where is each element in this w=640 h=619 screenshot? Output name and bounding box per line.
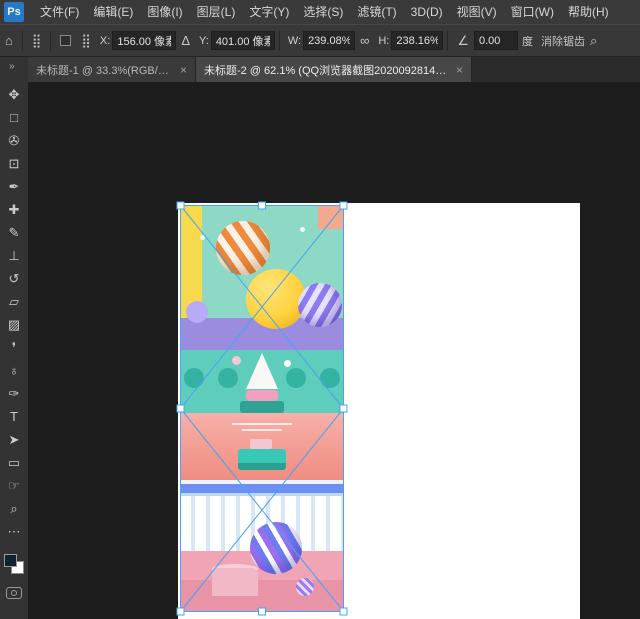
options-divider bbox=[50, 31, 51, 51]
collapse-panel-icon[interactable]: » bbox=[0, 57, 15, 77]
x-label: X: bbox=[100, 35, 110, 47]
pen-tool[interactable]: ✑ bbox=[0, 382, 28, 405]
tab-untitled-2[interactable]: 未标题-2 @ 62.1% (QQ浏览器截图20200928145207, RG… bbox=[196, 57, 472, 82]
color-swatches[interactable] bbox=[0, 551, 28, 583]
transform-handle-top-right[interactable] bbox=[340, 202, 347, 209]
move-tool[interactable]: ✥ bbox=[0, 83, 28, 106]
tab-label: 未标题-2 @ 62.1% (QQ浏览器截图20200928145207, RG… bbox=[204, 62, 449, 78]
options-bar: ⌂ ⣿ ⣿ X: Δ Y: W: ∞ H: ∠ 度 消除锯齿 ⌕ bbox=[0, 24, 640, 57]
tab-close-icon[interactable]: × bbox=[180, 63, 187, 77]
tab-label: 未标题-1 @ 33.3%(RGB/8#) bbox=[36, 62, 173, 78]
menu-bar: Ps 文件(F) 编辑(E) 图像(I) 图层(L) 文字(Y) 选择(S) 滤… bbox=[0, 0, 640, 24]
y-input[interactable] bbox=[211, 31, 275, 50]
menu-item-file[interactable]: 文件(F) bbox=[33, 0, 86, 24]
options-divider bbox=[22, 31, 23, 51]
clone-stamp-tool[interactable]: ⊥ bbox=[0, 244, 28, 267]
width-input[interactable] bbox=[303, 31, 355, 50]
options-divider bbox=[279, 31, 280, 51]
x-input[interactable] bbox=[112, 31, 176, 50]
height-input[interactable] bbox=[391, 31, 443, 50]
path-selection-tool[interactable]: ➤ bbox=[0, 428, 28, 451]
antialias-label[interactable]: 消除锯齿 bbox=[541, 33, 585, 49]
search-icon[interactable]: ⌕ bbox=[590, 34, 597, 47]
angle-input[interactable] bbox=[474, 31, 518, 50]
tab-untitled-1[interactable]: 未标题-1 @ 33.3%(RGB/8#) × bbox=[28, 57, 196, 82]
transform-handle-mid-right[interactable] bbox=[340, 405, 347, 412]
rectangular-marquee-tool[interactable]: □ bbox=[0, 106, 28, 129]
transform-handle-top-center[interactable] bbox=[259, 202, 266, 209]
menu-item-select[interactable]: 选择(S) bbox=[296, 0, 350, 24]
more-tools-icon[interactable]: ⋯ bbox=[0, 520, 28, 543]
dots-grid-icon[interactable]: ⣿ bbox=[81, 34, 91, 47]
type-tool[interactable]: T bbox=[0, 405, 28, 428]
transform-overlay[interactable] bbox=[0, 0, 640, 619]
transform-handle-top-left[interactable] bbox=[177, 202, 184, 209]
quick-mask-icon[interactable] bbox=[6, 587, 22, 599]
home-icon[interactable]: ⌂ bbox=[5, 34, 13, 47]
blur-tool[interactable]: ❜ bbox=[0, 336, 28, 359]
menu-item-view[interactable]: 视图(V) bbox=[450, 0, 504, 24]
link-dimensions-icon[interactable]: ∞ bbox=[360, 34, 369, 47]
width-label: W: bbox=[288, 35, 301, 47]
rectangle-shape-tool[interactable]: ▭ bbox=[0, 451, 28, 474]
menu-item-window[interactable]: 窗口(W) bbox=[504, 0, 561, 24]
transform-handle-bottom-right[interactable] bbox=[340, 608, 347, 615]
foreground-color-swatch[interactable] bbox=[4, 554, 17, 567]
brush-tool[interactable]: ✎ bbox=[0, 221, 28, 244]
tab-close-icon[interactable]: × bbox=[456, 63, 463, 77]
transform-handle-mid-left[interactable] bbox=[177, 405, 184, 412]
reference-point-grid-icon[interactable]: ⣿ bbox=[32, 34, 42, 47]
photoshop-logo: Ps bbox=[4, 2, 24, 22]
eyedropper-tool[interactable]: ✒ bbox=[0, 175, 28, 198]
menu-item-type[interactable]: 文字(Y) bbox=[242, 0, 296, 24]
relative-position-checkbox[interactable] bbox=[60, 35, 71, 46]
height-label: H: bbox=[378, 35, 389, 47]
menu-item-edit[interactable]: 编辑(E) bbox=[86, 0, 140, 24]
menu-item-help[interactable]: 帮助(H) bbox=[561, 0, 616, 24]
gradient-tool[interactable]: ▨ bbox=[0, 313, 28, 336]
document-tab-bar: 未标题-1 @ 33.3%(RGB/8#) × 未标题-2 @ 62.1% (Q… bbox=[28, 57, 640, 82]
y-label: Y: bbox=[199, 35, 209, 47]
history-brush-tool[interactable]: ↺ bbox=[0, 267, 28, 290]
menu-item-3d[interactable]: 3D(D) bbox=[404, 0, 450, 24]
tools-panel: » ✥ □ ✇ ⊡ ✒ ✚ ✎ ⊥ ↺ ▱ ▨ ❜ ♁ ✑ T ➤ ▭ ☞ ⌕ … bbox=[0, 57, 28, 619]
zoom-tool[interactable]: ⌕ bbox=[0, 497, 28, 520]
angle-icon: ∠ bbox=[457, 34, 469, 47]
menu-item-layer[interactable]: 图层(L) bbox=[190, 0, 243, 24]
dodge-tool[interactable]: ♁ bbox=[0, 359, 28, 382]
menu-item-filter[interactable]: 滤镜(T) bbox=[350, 0, 403, 24]
delta-icon[interactable]: Δ bbox=[181, 34, 190, 47]
transform-bounding-box[interactable] bbox=[181, 206, 344, 612]
transform-handle-bottom-center[interactable] bbox=[259, 608, 266, 615]
lasso-tool[interactable]: ✇ bbox=[0, 129, 28, 152]
hand-tool[interactable]: ☞ bbox=[0, 474, 28, 497]
crop-tool[interactable]: ⊡ bbox=[0, 152, 28, 175]
transform-handle-bottom-left[interactable] bbox=[177, 608, 184, 615]
spot-healing-brush-tool[interactable]: ✚ bbox=[0, 198, 28, 221]
angle-unit-label: 度 bbox=[522, 33, 533, 49]
eraser-tool[interactable]: ▱ bbox=[0, 290, 28, 313]
menu-item-image[interactable]: 图像(I) bbox=[140, 0, 189, 24]
options-divider bbox=[447, 31, 448, 51]
